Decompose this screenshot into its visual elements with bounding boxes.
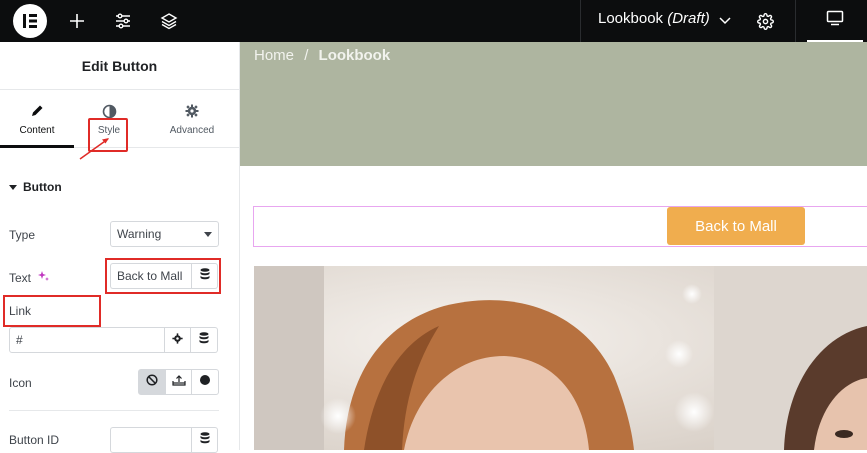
type-label: Type — [9, 228, 36, 242]
divider — [795, 0, 796, 42]
plus-icon[interactable] — [64, 8, 90, 34]
dynamic-tags-button[interactable] — [191, 327, 218, 353]
top-bar: Lookbook (Draft) — [0, 0, 867, 42]
gear-icon[interactable] — [752, 8, 778, 34]
lookbook-photo[interactable] — [254, 266, 867, 450]
breadcrumb-home[interactable]: Home — [254, 47, 294, 64]
circle-icon — [199, 373, 211, 391]
type-select-value: Warning — [117, 227, 162, 241]
divider — [9, 410, 219, 411]
tab-label: Advanced — [169, 125, 215, 136]
type-select[interactable]: Warning — [110, 221, 219, 247]
text-label: Text — [9, 270, 32, 285]
annotation-arrow-icon — [79, 138, 109, 160]
caret-down-icon — [204, 231, 212, 237]
tab-advanced[interactable]: Advanced — [152, 90, 232, 148]
upload-icon — [171, 373, 186, 391]
gear-icon — [172, 331, 183, 349]
desktop-icon — [826, 10, 844, 31]
gear-icon — [185, 102, 199, 120]
link-input-value: # — [16, 333, 23, 347]
icon-library-option[interactable] — [192, 370, 218, 394]
link-options-button[interactable] — [164, 327, 191, 353]
ban-icon — [146, 373, 158, 391]
button-id-input[interactable] — [110, 427, 192, 453]
breadcrumb: Home / Lookbook — [254, 47, 390, 64]
database-icon — [200, 431, 210, 449]
breadcrumb-separator: / — [304, 47, 309, 64]
page-name: Lookbook — [598, 10, 664, 27]
tab-label: Content — [19, 125, 55, 136]
ai-sparkle-icon[interactable] — [37, 270, 50, 285]
icon-none-option[interactable] — [139, 370, 166, 394]
icon-choice-group — [138, 369, 219, 395]
section-title: Button — [23, 180, 62, 194]
button-id-label: Button ID — [9, 433, 60, 447]
caret-down-icon — [9, 180, 17, 194]
icon-label: Icon — [9, 376, 32, 390]
annotation-highlight — [105, 258, 221, 294]
chevron-down-icon[interactable] — [712, 8, 738, 34]
tab-content[interactable]: Content — [0, 90, 74, 148]
back-to-mall-button[interactable]: Back to Mall — [667, 207, 805, 245]
active-tab-indicator — [0, 145, 74, 148]
annotation-highlight — [3, 295, 101, 327]
database-icon — [199, 331, 209, 349]
layers-icon[interactable] — [156, 8, 182, 34]
desktop-view-button[interactable] — [807, 0, 863, 42]
breadcrumb-current: Lookbook — [318, 47, 391, 64]
elementor-logo-icon[interactable] — [13, 4, 47, 38]
section-toggle-button[interactable]: Button — [9, 180, 62, 194]
page-status: (Draft) — [667, 10, 710, 27]
panel-title: Edit Button — [0, 42, 239, 90]
preview-canvas: Home / Lookbook Back to Mall — [240, 42, 867, 450]
link-input[interactable]: # — [9, 327, 165, 353]
page-title[interactable]: Lookbook (Draft) — [598, 10, 710, 27]
text-label-row: Text — [9, 270, 50, 285]
sliders-icon[interactable] — [110, 8, 136, 34]
icon-upload-option[interactable] — [166, 370, 193, 394]
divider — [580, 0, 581, 42]
dynamic-tags-button[interactable] — [191, 427, 218, 453]
pencil-icon — [30, 102, 44, 120]
hero-section[interactable]: Home / Lookbook — [240, 42, 867, 166]
